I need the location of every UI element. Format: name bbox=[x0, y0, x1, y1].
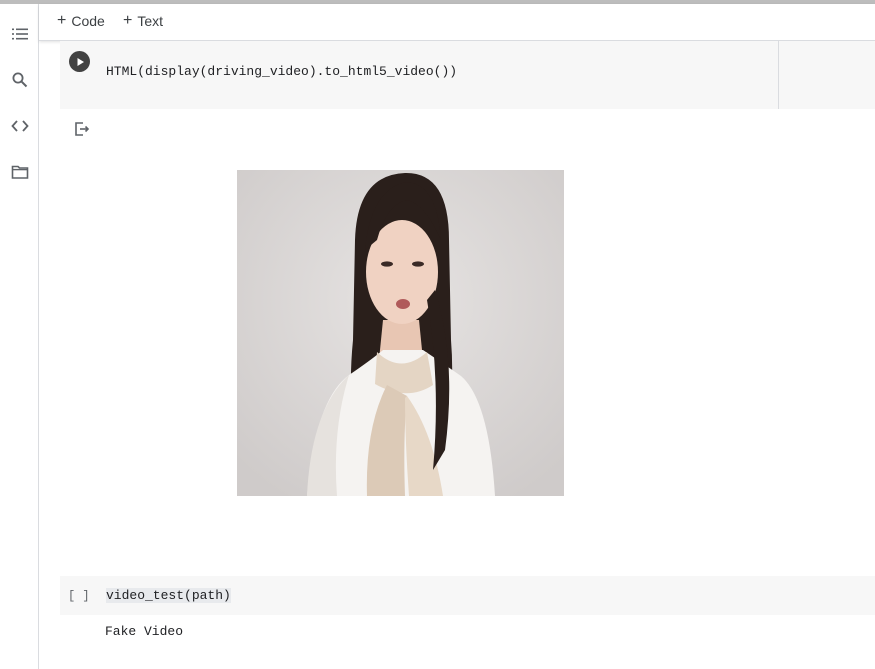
video-player[interactable] bbox=[237, 170, 564, 496]
add-code-cell-button[interactable]: + Code bbox=[57, 12, 105, 30]
table-of-contents-button[interactable] bbox=[7, 21, 33, 47]
run-cell-button[interactable] bbox=[69, 51, 90, 72]
output-exit-icon bbox=[75, 122, 90, 136]
folder-icon bbox=[11, 165, 29, 179]
plus-icon: + bbox=[123, 12, 133, 29]
plus-icon: + bbox=[57, 12, 67, 29]
execution-count[interactable]: [ ] bbox=[68, 589, 90, 603]
cell-output-text: Fake Video bbox=[105, 624, 184, 639]
files-button[interactable] bbox=[7, 159, 33, 185]
left-sidebar bbox=[0, 4, 39, 669]
add-text-label: Text bbox=[137, 13, 164, 29]
cell-divider bbox=[778, 40, 779, 109]
search-button[interactable] bbox=[7, 67, 33, 93]
add-text-cell-button[interactable]: + Text bbox=[123, 12, 164, 30]
add-code-label: Code bbox=[71, 13, 105, 29]
notebook-toolbar: + Code + Text bbox=[39, 4, 875, 41]
code-snippets-icon bbox=[11, 120, 29, 132]
search-icon bbox=[12, 72, 28, 88]
table-of-contents-icon bbox=[12, 28, 28, 40]
cell-code-video-test[interactable]: video_test(path) bbox=[106, 588, 231, 603]
cell-code-display-video[interactable]: HTML(display(driving_video).to_html5_vid… bbox=[106, 64, 457, 79]
clear-output-button[interactable] bbox=[73, 120, 91, 138]
code-snippets-button[interactable] bbox=[7, 113, 33, 139]
video-frame-image bbox=[237, 170, 564, 496]
play-icon bbox=[77, 57, 84, 66]
